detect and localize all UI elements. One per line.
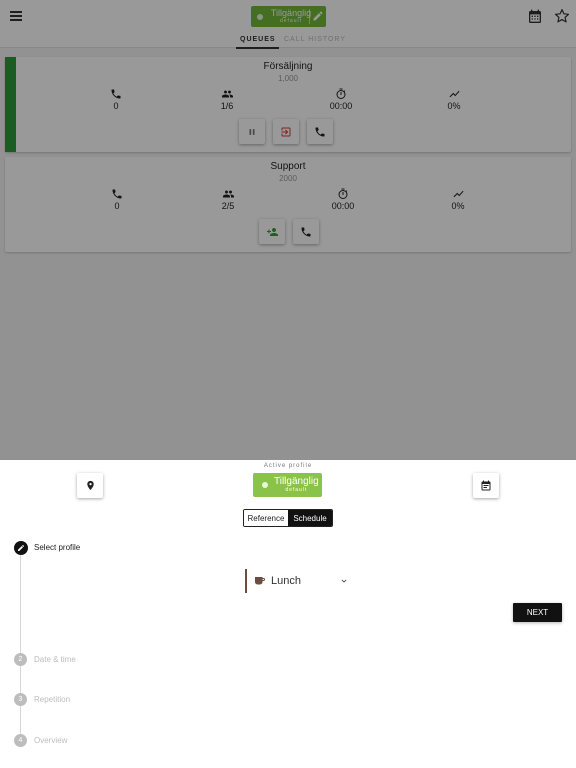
- step-2-number[interactable]: 2: [14, 653, 27, 666]
- status-dot: [262, 482, 268, 488]
- stepper-line: [20, 706, 21, 734]
- active-profile-status[interactable]: Tillgänglig default: [253, 473, 322, 497]
- queues-screen: Tillgänglig default QUEUES CALL HISTORY: [0, 0, 576, 460]
- step-1-edit-icon[interactable]: [14, 541, 28, 555]
- toggle-reference[interactable]: Reference: [244, 510, 288, 526]
- chevron-down-icon: [341, 579, 347, 583]
- active-profile-label: Active profile: [263, 463, 313, 469]
- toggle-schedule[interactable]: Schedule: [288, 510, 332, 526]
- next-button[interactable]: NEXT: [513, 603, 562, 622]
- location-pin-icon: [86, 480, 94, 491]
- step-3-number[interactable]: 3: [14, 693, 27, 706]
- location-button[interactable]: [77, 473, 103, 498]
- modal-backdrop[interactable]: [0, 0, 576, 460]
- step-4-number[interactable]: 4: [14, 734, 27, 747]
- step-1-label[interactable]: Select profile: [34, 543, 80, 552]
- stepper-line: [20, 555, 21, 654]
- calendar-button[interactable]: [473, 473, 499, 498]
- step-2-label[interactable]: Date & time: [34, 655, 76, 664]
- status-sublabel: default: [285, 487, 308, 493]
- calendar-event-icon: [481, 480, 491, 490]
- step-3-label[interactable]: Repetition: [34, 695, 70, 704]
- coffee-cup-icon: [255, 577, 265, 585]
- stepper-line: [20, 666, 21, 693]
- profile-color-bar: [245, 569, 247, 593]
- status-label: Tillgänglig: [274, 476, 319, 487]
- profile-select-value: Lunch: [271, 575, 301, 587]
- reference-schedule-toggle: Reference Schedule: [243, 509, 333, 527]
- schedule-bottom-sheet: Active profile Tillgänglig default Refer…: [0, 460, 576, 768]
- step-4-label[interactable]: Overview: [34, 736, 67, 745]
- profile-select[interactable]: Lunch: [245, 569, 355, 593]
